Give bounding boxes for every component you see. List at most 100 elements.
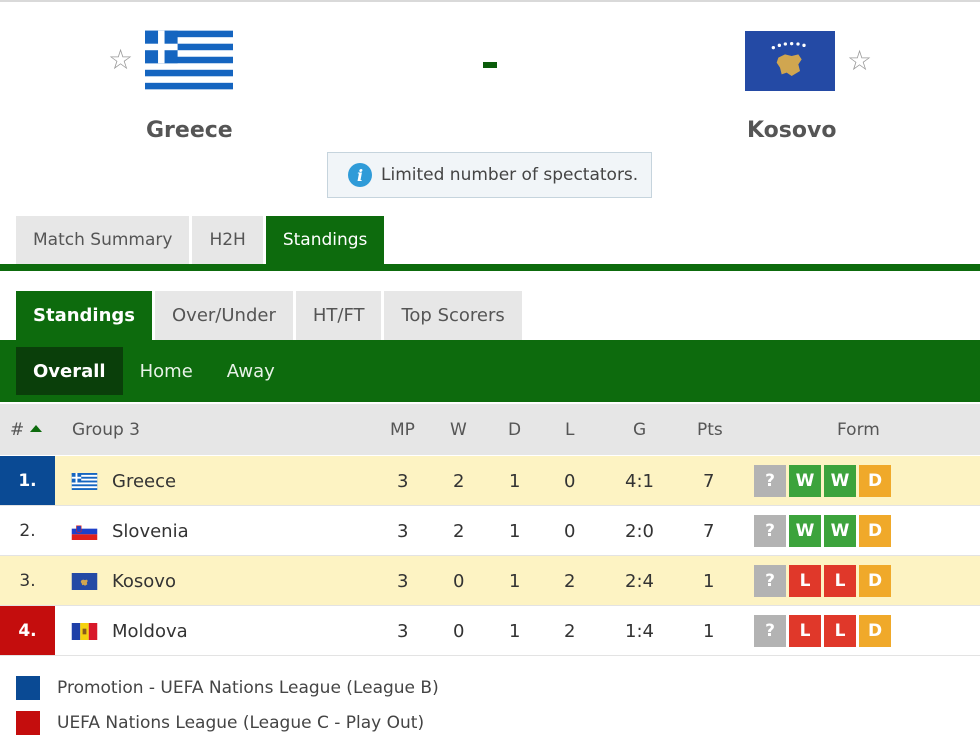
d-cell: 1 xyxy=(509,471,521,492)
home-team-name[interactable]: Greece xyxy=(146,118,233,143)
g-cell: 2:0 xyxy=(625,521,654,542)
rank-cell: 2. xyxy=(19,520,36,541)
form-badge-next[interactable]: ? xyxy=(754,465,786,497)
rank-cell: 4. xyxy=(0,606,55,655)
table-row[interactable]: 1. Greece 3 2 1 0 4:1 7 ? W W D xyxy=(0,456,980,506)
table-row[interactable]: 3. Kosovo 3 0 1 2 2:4 1 ? L L D xyxy=(0,556,980,606)
filter-away[interactable]: Away xyxy=(210,347,292,395)
w-cell: 2 xyxy=(453,471,465,492)
w-cell: 0 xyxy=(453,621,465,642)
away-team: ☆ Kosovo xyxy=(745,30,872,143)
form-badge-win[interactable]: W xyxy=(824,465,856,497)
header-group[interactable]: Group 3 xyxy=(72,420,140,440)
l-cell: 2 xyxy=(564,621,576,642)
flag-kosovo-icon[interactable] xyxy=(745,30,835,92)
form-badges: ? W W D xyxy=(754,465,891,497)
d-cell: 1 xyxy=(509,571,521,592)
tab-match-summary[interactable]: Match Summary xyxy=(16,216,190,264)
form-badge-next[interactable]: ? xyxy=(754,615,786,647)
mp-cell: 3 xyxy=(397,521,409,542)
tabs-underline xyxy=(0,264,980,271)
form-badges: ? W W D xyxy=(754,515,891,547)
w-cell: 0 xyxy=(453,571,465,592)
g-cell: 4:1 xyxy=(625,471,654,492)
tab-h2h[interactable]: H2H xyxy=(192,216,263,264)
d-cell: 1 xyxy=(509,521,521,542)
table-row[interactable]: 2. Slovenia 3 2 1 0 2:0 7 ? W W D xyxy=(0,506,980,556)
w-cell: 2 xyxy=(453,521,465,542)
home-team: ☆ Greece xyxy=(108,30,234,143)
form-badge-draw[interactable]: D xyxy=(859,465,891,497)
flag-kosovo-icon xyxy=(71,573,98,590)
table-row[interactable]: 4. Moldova 3 0 1 2 1:4 1 ? L L D xyxy=(0,606,980,656)
filter-tabs: Overall Home Away xyxy=(16,347,292,395)
header-l[interactable]: L xyxy=(565,420,574,440)
form-badge-win[interactable]: W xyxy=(789,515,821,547)
sort-asc-icon xyxy=(30,425,43,432)
filter-home[interactable]: Home xyxy=(123,347,210,395)
mp-cell: 3 xyxy=(397,471,409,492)
l-cell: 2 xyxy=(564,571,576,592)
legend-promotion: Promotion - UEFA Nations League (League … xyxy=(16,676,439,700)
form-badge-loss[interactable]: L xyxy=(789,615,821,647)
flag-slovenia-icon xyxy=(71,523,98,540)
rank-cell: 3. xyxy=(19,570,36,591)
form-badge-next[interactable]: ? xyxy=(754,565,786,597)
tab-ht-ft[interactable]: HT/FT xyxy=(295,291,382,340)
form-badge-loss[interactable]: L xyxy=(789,565,821,597)
tab-standings[interactable]: Standings xyxy=(265,216,385,264)
standings-tabs: Standings Over/Under HT/FT Top Scorers xyxy=(16,291,522,340)
info-icon: i xyxy=(348,163,372,187)
favorite-star-icon[interactable]: ☆ xyxy=(108,46,133,74)
form-badge-next[interactable]: ? xyxy=(754,515,786,547)
header-rank[interactable]: # xyxy=(10,420,43,440)
match-tabs: Match Summary H2H Standings xyxy=(16,216,385,264)
legend-relegation: UEFA Nations League (League C - Play Out… xyxy=(16,711,424,735)
pts-cell: 7 xyxy=(703,521,715,542)
mp-cell: 3 xyxy=(397,621,409,642)
team-name[interactable]: Slovenia xyxy=(112,521,189,542)
filter-overall[interactable]: Overall xyxy=(16,347,123,395)
header-w[interactable]: W xyxy=(450,420,467,440)
g-cell: 2:4 xyxy=(625,571,654,592)
legend-label: Promotion - UEFA Nations League (League … xyxy=(57,678,439,698)
pts-cell: 7 xyxy=(703,471,715,492)
away-team-name[interactable]: Kosovo xyxy=(747,118,836,143)
d-cell: 1 xyxy=(509,621,521,642)
header-mp[interactable]: MP xyxy=(390,420,415,440)
flag-greece-icon xyxy=(71,473,98,490)
form-badge-loss[interactable]: L xyxy=(824,565,856,597)
form-badges: ? L L D xyxy=(754,615,891,647)
form-badge-draw[interactable]: D xyxy=(859,615,891,647)
header-g[interactable]: G xyxy=(633,420,646,440)
tab-top-scorers[interactable]: Top Scorers xyxy=(384,291,522,340)
form-badge-draw[interactable]: D xyxy=(859,515,891,547)
team-name[interactable]: Moldova xyxy=(112,621,188,642)
pts-cell: 1 xyxy=(703,621,715,642)
flag-moldova-icon xyxy=(71,623,98,640)
form-badge-loss[interactable]: L xyxy=(824,615,856,647)
form-badges: ? L L D xyxy=(754,565,891,597)
score-dash xyxy=(483,62,497,68)
team-name[interactable]: Kosovo xyxy=(112,571,176,592)
tab-over-under[interactable]: Over/Under xyxy=(155,291,293,340)
tab-standings-table[interactable]: Standings xyxy=(16,291,152,340)
flag-greece-icon[interactable] xyxy=(145,30,234,90)
top-border xyxy=(0,0,980,2)
info-text: Limited number of spectators. xyxy=(381,165,639,185)
header-pts[interactable]: Pts xyxy=(697,420,723,440)
form-badge-draw[interactable]: D xyxy=(859,565,891,597)
header-form: Form xyxy=(837,420,880,440)
g-cell: 1:4 xyxy=(625,621,654,642)
favorite-star-icon[interactable]: ☆ xyxy=(847,47,872,75)
l-cell: 0 xyxy=(564,471,576,492)
team-name[interactable]: Greece xyxy=(112,471,176,492)
rank-cell: 1. xyxy=(0,456,55,505)
form-badge-win[interactable]: W xyxy=(824,515,856,547)
header-d[interactable]: D xyxy=(508,420,521,440)
pts-cell: 1 xyxy=(703,571,715,592)
mp-cell: 3 xyxy=(397,571,409,592)
info-notice: i Limited number of spectators. xyxy=(327,152,652,198)
form-badge-win[interactable]: W xyxy=(789,465,821,497)
table-header: # Group 3 MP W D L G Pts Form xyxy=(0,404,980,455)
